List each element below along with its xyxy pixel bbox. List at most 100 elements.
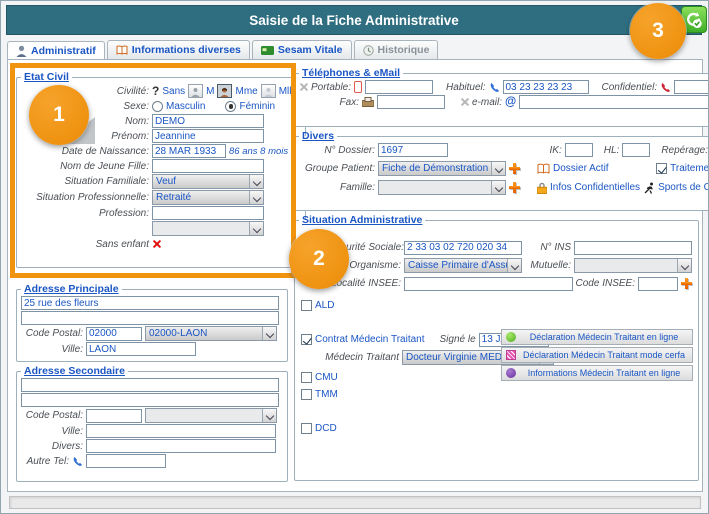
dossier-actif-label[interactable]: Dossier Actif xyxy=(553,163,609,174)
clear-portable-icon[interactable] xyxy=(299,82,308,92)
cmu-checkbox[interactable] xyxy=(301,372,312,383)
sports-competition-label[interactable]: Sports de Compétition xyxy=(658,182,709,193)
sans-enfant-x-icon[interactable] xyxy=(152,239,161,249)
famille-select[interactable] xyxy=(378,180,506,195)
nom-field[interactable] xyxy=(152,114,264,128)
groupe-patient-select[interactable]: Fiche de Démonstration xyxy=(378,161,506,176)
clear-email-icon[interactable] xyxy=(460,97,469,107)
profession-row: Profession: xyxy=(21,206,301,220)
tab-informations-diverses[interactable]: Informations diverses xyxy=(107,40,250,60)
civilite-option-m[interactable]: M xyxy=(206,86,214,97)
infos-confidentielles-label[interactable]: Infos Confidentielles xyxy=(550,182,640,193)
prenom-field[interactable] xyxy=(152,129,264,143)
tab-historique[interactable]: Historique xyxy=(354,40,439,60)
divers-legend[interactable]: Divers xyxy=(299,130,337,142)
chevron-down-icon[interactable] xyxy=(249,175,263,188)
groupe-patient-label: Groupe Patient: xyxy=(299,163,375,174)
chevron-down-icon[interactable] xyxy=(491,181,505,194)
declaration-mt-cerfa-button[interactable]: Déclaration Médecin Traitant mode cerfa xyxy=(501,347,693,363)
ald-row: ALD xyxy=(301,298,692,313)
dcd-label[interactable]: DCD xyxy=(315,423,337,434)
radio-masculin-label[interactable]: Masculin xyxy=(166,101,205,112)
add-code-insee-icon[interactable] xyxy=(681,278,692,289)
habituel-field[interactable] xyxy=(503,80,589,94)
ik-field[interactable] xyxy=(565,143,593,157)
confidentiel-field[interactable] xyxy=(674,80,709,94)
nom-jeune-fille-field[interactable] xyxy=(152,159,264,173)
organisme-select[interactable]: Caisse Primaire d'Assur xyxy=(404,258,522,273)
chevron-down-icon[interactable] xyxy=(262,327,276,340)
dcd-checkbox[interactable] xyxy=(301,423,312,434)
adresse2-divers-field[interactable] xyxy=(86,439,276,453)
situation-professionnelle-row: Situation Professionnelle: Retraité xyxy=(21,190,301,205)
radio-masculin[interactable] xyxy=(152,101,163,112)
date-naissance-field[interactable] xyxy=(152,144,226,158)
autre-tel-field[interactable] xyxy=(86,454,166,468)
localite-insee-field[interactable] xyxy=(404,277,573,291)
mutuelle-select[interactable] xyxy=(574,258,692,273)
ins-field[interactable] xyxy=(574,241,692,255)
civilite-mlle-icon[interactable] xyxy=(261,84,276,98)
adresse2-cp-ville-select[interactable] xyxy=(145,408,277,423)
runner-icon[interactable] xyxy=(643,182,655,194)
contrat-mt-checkbox[interactable] xyxy=(301,334,312,345)
chevron-down-icon[interactable] xyxy=(677,259,691,272)
portable-field[interactable] xyxy=(365,80,433,94)
traitement-habituel-label[interactable]: Traitement Habituel xyxy=(670,163,709,174)
telephones-legend[interactable]: Téléphones & eMail xyxy=(299,67,403,79)
declaration-mt-en-ligne-button[interactable]: Déclaration Médecin Traitant en ligne xyxy=(501,329,693,345)
n-dossier-field[interactable] xyxy=(378,143,448,157)
ald-checkbox[interactable] xyxy=(301,300,312,311)
situation-familiale-select[interactable]: Veuf xyxy=(152,174,264,189)
telephones-row2: Fax: e-mail: @ xyxy=(299,95,709,109)
nss-field[interactable] xyxy=(404,241,522,255)
informations-mt-en-ligne-button[interactable]: Informations Médecin Traitant en ligne xyxy=(501,365,693,381)
adresse1-ligne1-field[interactable] xyxy=(21,296,279,310)
habituel-label: Habituel: xyxy=(446,82,485,93)
civilite-m-icon[interactable] xyxy=(188,84,203,98)
tmm-checkbox[interactable] xyxy=(301,389,312,400)
add-famille-icon[interactable] xyxy=(509,182,520,193)
civilite-option-mme[interactable]: Mme xyxy=(235,86,257,97)
hl-field[interactable] xyxy=(622,143,650,157)
adresse1-cp-ville-select[interactable]: 02000-LAON xyxy=(145,326,277,341)
medecin-traitant-buttons: Déclaration Médecin Traitant en ligne Dé… xyxy=(501,329,693,381)
add-groupe-patient-icon[interactable] xyxy=(509,163,520,174)
adresse2-ville-field[interactable] xyxy=(86,424,276,438)
adresse2-ligne1-field[interactable] xyxy=(21,378,279,392)
adresse1-ville-field[interactable] xyxy=(86,342,196,356)
code-insee-field[interactable] xyxy=(638,277,678,291)
chevron-down-icon[interactable] xyxy=(491,162,505,175)
adresse1-code-postal-field[interactable] xyxy=(86,327,142,341)
contrat-mt-label[interactable]: Contrat Médecin Traitant xyxy=(315,334,425,345)
adresse2-ligne2-field[interactable] xyxy=(21,393,279,407)
book-icon[interactable] xyxy=(537,163,550,174)
profession-field[interactable] xyxy=(152,206,264,220)
ald-label[interactable]: ALD xyxy=(315,300,334,311)
chevron-down-icon[interactable] xyxy=(507,259,521,272)
chevron-down-icon[interactable] xyxy=(249,191,263,204)
situation-professionnelle-select[interactable]: Retraité xyxy=(152,190,264,205)
cmu-label[interactable]: CMU xyxy=(315,372,338,383)
tab-administratif[interactable]: Administratif xyxy=(7,41,105,61)
civilite-mme-icon[interactable] xyxy=(217,84,232,98)
adresse-principale-legend[interactable]: Adresse Principale xyxy=(21,283,122,295)
chevron-down-icon[interactable] xyxy=(249,222,263,235)
lock-icon[interactable] xyxy=(537,182,547,194)
etat-civil-legend[interactable]: Etat Civil xyxy=(21,71,72,83)
radio-feminin[interactable] xyxy=(225,101,236,112)
situation-administrative-legend[interactable]: Situation Administrative xyxy=(299,214,425,226)
email-field[interactable] xyxy=(519,95,709,109)
traitement-habituel-checkbox[interactable] xyxy=(656,163,667,174)
radio-feminin-label[interactable]: Féminin xyxy=(239,101,275,112)
tmm-label[interactable]: TMM xyxy=(315,389,338,400)
profession-extra-select[interactable] xyxy=(152,221,264,236)
chevron-down-icon[interactable] xyxy=(262,409,276,422)
fax-field[interactable] xyxy=(377,95,445,109)
adresse1-ligne2-field[interactable] xyxy=(21,311,279,325)
adresse2-code-postal-field[interactable] xyxy=(86,409,142,423)
tab-sesam-vitale[interactable]: Sesam Vitale xyxy=(252,40,352,60)
adresse-secondaire-legend[interactable]: Adresse Secondaire xyxy=(21,365,128,377)
portable-label: Portable: xyxy=(311,82,351,93)
civilite-option-sans[interactable]: Sans xyxy=(162,86,185,97)
